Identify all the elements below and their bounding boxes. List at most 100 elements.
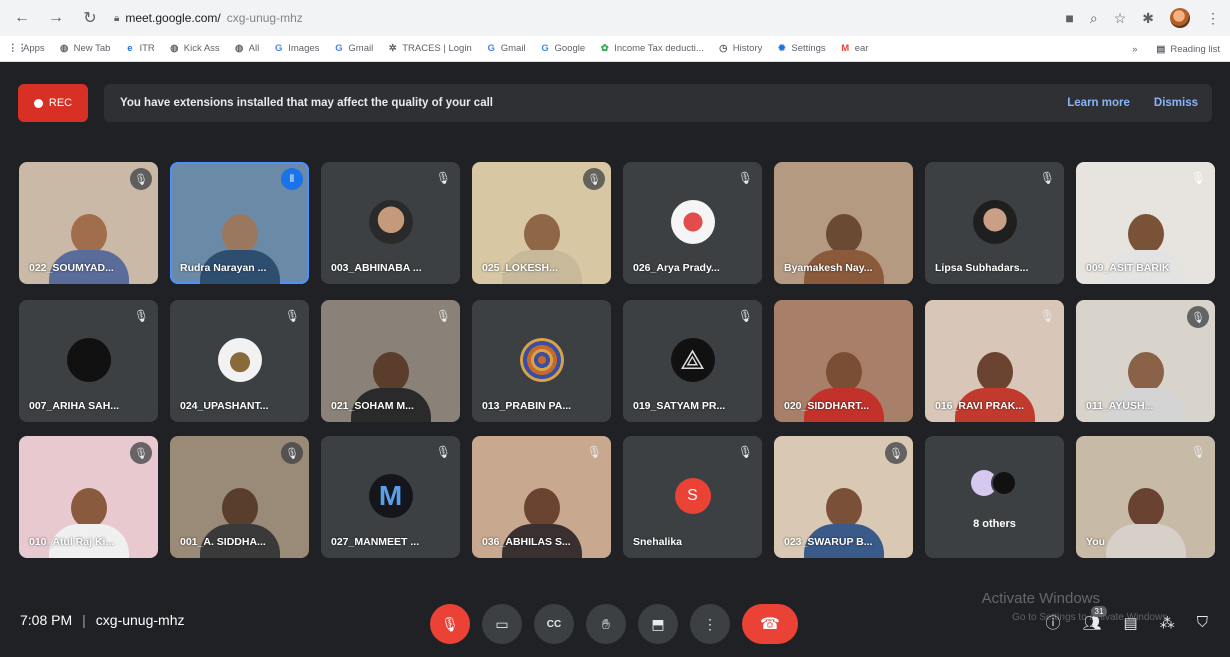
reload-icon[interactable]: ↻ bbox=[80, 8, 100, 28]
self-video bbox=[1105, 488, 1186, 558]
participant-count-badge: 31 bbox=[1090, 605, 1108, 617]
more-options-button[interactable]: ⋮ bbox=[690, 604, 730, 644]
participant-name: 009_ASIT BARIK bbox=[1086, 262, 1170, 274]
bookmark-traces[interactable]: ✲ TRACES | Login bbox=[387, 43, 472, 54]
bookmark-incometax[interactable]: ✿ Income Tax deducti... bbox=[599, 43, 704, 54]
participant-tile[interactable]: 🎙︎ 025_LOKESH... bbox=[472, 162, 611, 284]
participant-tile[interactable]: 013_PRABIN PA... bbox=[472, 300, 611, 422]
camera-icon[interactable]: ■ bbox=[1065, 10, 1073, 26]
bookmark-apps[interactable]: ⋮⋮ Apps bbox=[8, 43, 45, 54]
star-icon[interactable]: ☆ bbox=[1114, 10, 1127, 27]
activities-icon[interactable]: ⁂ bbox=[1160, 614, 1175, 632]
participant-name: 010_Atul Raj Ki... bbox=[29, 536, 115, 548]
browser-actions: ■ ⌕ ☆ ✱ ⋮ bbox=[1065, 0, 1220, 36]
participant-tile[interactable]: 020_SIDDHART... bbox=[774, 300, 913, 422]
mic-off-icon: 🎙︎ bbox=[1187, 306, 1209, 328]
call-controls: 🎙︎ ▭ CC ✋︎ ⬒ ⋮ ☎︎ bbox=[430, 604, 798, 644]
mic-off-icon: 🎙︎ bbox=[284, 309, 300, 323]
forward-icon[interactable]: → bbox=[46, 9, 66, 27]
participant-avatar bbox=[991, 470, 1017, 496]
initial-avatar: S bbox=[674, 478, 711, 514]
google-icon: G bbox=[541, 43, 549, 54]
history-icon: ◷ bbox=[719, 43, 728, 54]
camera-toggle-button[interactable]: ▭ bbox=[482, 604, 522, 644]
banner-message: You have extensions installed that may a… bbox=[120, 97, 493, 109]
participant-tile[interactable]: 🎙︎ 023_SWARUP B... bbox=[774, 436, 913, 558]
people-icon: 👥︎ bbox=[1082, 614, 1102, 632]
others-tile[interactable]: 8 others bbox=[925, 436, 1064, 558]
participant-tile[interactable]: 🎙︎ 001_A. SIDDHA... bbox=[170, 436, 309, 558]
profile-avatar[interactable] bbox=[1170, 8, 1190, 28]
participant-tile[interactable]: 🎙︎ 036_ABHILAS S... bbox=[472, 436, 611, 558]
meeting-time: 7:08 PM bbox=[20, 612, 73, 628]
bookmark-google[interactable]: G Google bbox=[540, 43, 585, 54]
raise-hand-button[interactable]: ✋︎ bbox=[586, 604, 626, 644]
participant-tile[interactable]: 🎙︎ 026_Arya Prady... bbox=[623, 162, 762, 284]
bookmark-settings[interactable]: ✹ Settings bbox=[776, 43, 826, 54]
more-bookmarks-icon[interactable]: » bbox=[1132, 44, 1137, 55]
participant-tile[interactable]: M 🎙︎ 027_MANMEET ... bbox=[321, 436, 460, 558]
participant-tile[interactable]: 🎙︎ 022_SOUMYAD... bbox=[19, 162, 158, 284]
bookmark-gmail[interactable]: G Gmail bbox=[333, 43, 373, 54]
participant-name: 001_A. SIDDHA... bbox=[180, 536, 266, 548]
bookmark-gmail-2[interactable]: G Gmail bbox=[486, 43, 526, 54]
participant-avatar bbox=[670, 200, 715, 244]
host-controls-icon[interactable]: ⛉ bbox=[1197, 614, 1208, 631]
bookmark-itr[interactable]: e ITR bbox=[124, 43, 154, 54]
bookmark-newtab[interactable]: ◍ New Tab bbox=[59, 43, 110, 54]
bookmark-ear[interactable]: Mear bbox=[840, 43, 868, 54]
mic-off-icon: 🎙︎ bbox=[435, 171, 451, 185]
extensions-icon[interactable]: ✱ bbox=[1142, 10, 1154, 27]
present-button[interactable]: ⬒ bbox=[638, 604, 678, 644]
participant-name: Rudra Narayan ... bbox=[180, 262, 267, 274]
zoom-icon[interactable]: ⌕ bbox=[1090, 10, 1098, 27]
bookmarks-right: » ▤ Reading list bbox=[1132, 36, 1220, 62]
bookmarks-bar: ⋮⋮ Apps ◍ New Tab e ITR ◍ Kick Ass ◍ All G Ima… bbox=[0, 36, 1230, 62]
dismiss-button[interactable]: Dismiss bbox=[1154, 97, 1198, 109]
participant-tile[interactable]: 🎙︎ 016_RAVI PRAK... bbox=[925, 300, 1064, 422]
participant-tile[interactable]: 🎙︎ 007_ARIHA SAH... bbox=[19, 300, 158, 422]
participant-tile[interactable]: 🎙︎ 009_ASIT BARIK bbox=[1076, 162, 1215, 284]
participant-name: 026_Arya Prady... bbox=[633, 262, 720, 274]
info-icon[interactable]: ⓘ bbox=[1045, 612, 1060, 633]
participant-tile[interactable]: ⦀ Rudra Narayan ... bbox=[170, 162, 309, 284]
participant-tile[interactable]: Byamakesh Nay... bbox=[774, 162, 913, 284]
bookmark-history[interactable]: ◷ History bbox=[718, 43, 762, 54]
participant-name: 007_ARIHA SAH... bbox=[29, 400, 120, 412]
mic-off-icon: 🎙︎ bbox=[130, 442, 152, 464]
mic-off-icon: 🎙︎ bbox=[737, 171, 753, 185]
google-icon: G bbox=[487, 43, 495, 54]
mic-off-icon: 🎙︎ bbox=[1039, 171, 1055, 185]
mic-toggle-button[interactable]: 🎙︎ bbox=[430, 604, 470, 644]
participant-tile[interactable]: 🎙︎ 021_SOHAM M... bbox=[321, 300, 460, 422]
chat-icon[interactable]: ▤ bbox=[1124, 614, 1138, 632]
bookmark-images[interactable]: G Images bbox=[273, 43, 319, 54]
participant-tile[interactable]: ⟁ 🎙︎ 019_SATYAM PR... bbox=[623, 300, 762, 422]
address-bar[interactable]: 🔒︎ meet.google.com/cxg-unug-mhz bbox=[114, 11, 303, 25]
learn-more-link[interactable]: Learn more bbox=[1067, 97, 1130, 109]
captions-button[interactable]: CC bbox=[534, 604, 574, 644]
mic-off-icon: 🎙︎ bbox=[1190, 445, 1206, 459]
gmail-icon: M bbox=[841, 43, 850, 54]
google-icon: G bbox=[275, 43, 283, 54]
people-button[interactable]: 31 👥︎ bbox=[1082, 605, 1108, 632]
participant-tile[interactable]: 🎙︎ 024_UPASHANT... bbox=[170, 300, 309, 422]
reading-list[interactable]: ▤ Reading list bbox=[1155, 44, 1220, 55]
bookmark-kickass[interactable]: ◍ Kick Ass bbox=[169, 43, 220, 54]
participant-tile[interactable]: 🎙︎ 003_ABHINABA ... bbox=[321, 162, 460, 284]
ie-icon: e bbox=[127, 43, 133, 54]
menu-icon[interactable]: ⋮ bbox=[1206, 10, 1220, 27]
recording-indicator[interactable]: REC bbox=[18, 84, 88, 122]
bookmark-all[interactable]: ◍ All bbox=[234, 43, 259, 54]
meeting-info: 7:08 PM | cxg-unug-mhz bbox=[20, 612, 184, 628]
mic-off-icon: 🎙︎ bbox=[885, 442, 907, 464]
participant-tile[interactable]: 🎙︎ 010_Atul Raj Ki... bbox=[19, 436, 158, 558]
participant-tile[interactable]: 🎙︎ Lipsa Subhadars... bbox=[925, 162, 1064, 284]
mic-off-icon: 🎙︎ bbox=[130, 168, 152, 190]
participant-tile[interactable]: S 🎙︎ Snehalika bbox=[623, 436, 762, 558]
leaf-icon: ✿ bbox=[600, 43, 609, 54]
back-icon[interactable]: ← bbox=[12, 9, 32, 27]
leave-call-button[interactable]: ☎︎ bbox=[742, 604, 798, 644]
participant-tile[interactable]: 🎙︎ 011_AYUSH... bbox=[1076, 300, 1215, 422]
self-tile[interactable]: 🎙︎ You bbox=[1076, 436, 1215, 558]
